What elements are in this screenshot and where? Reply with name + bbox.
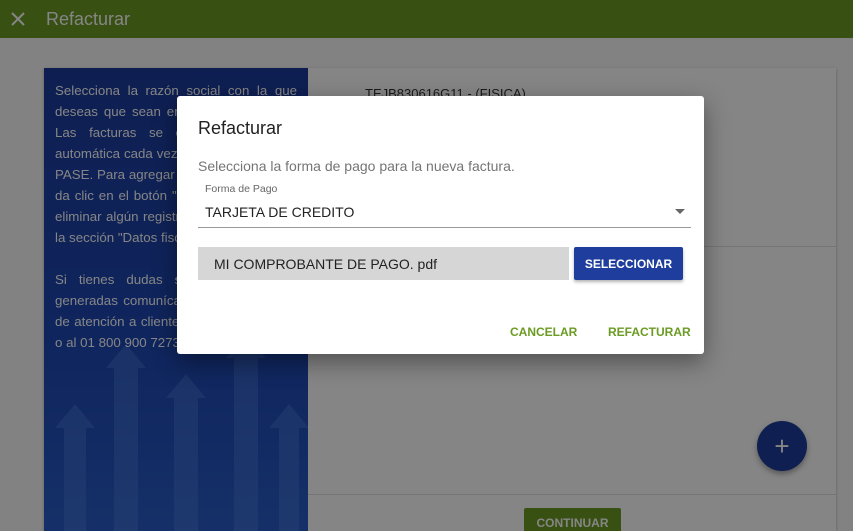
dialog-title: Refacturar (198, 118, 283, 138)
refacturar-button[interactable]: REFACTURAR (608, 318, 691, 346)
dropdown-caret-icon (675, 209, 685, 214)
select-value: TARJETA DE CREDITO (205, 204, 355, 220)
select-file-button[interactable]: SELECCIONAR (574, 247, 683, 280)
select-label: Forma de Pago (205, 183, 278, 195)
file-name-field: MI COMPROBANTE DE PAGO. pdf (198, 247, 569, 280)
cancel-button[interactable]: CANCELAR (510, 318, 577, 346)
refacturar-dialog: Refacturar Selecciona la forma de pago p… (177, 96, 704, 354)
dialog-description: Selecciona la forma de pago para la nuev… (198, 158, 515, 174)
payment-method-select[interactable]: Forma de Pago TARJETA DE CREDITO (198, 182, 691, 228)
